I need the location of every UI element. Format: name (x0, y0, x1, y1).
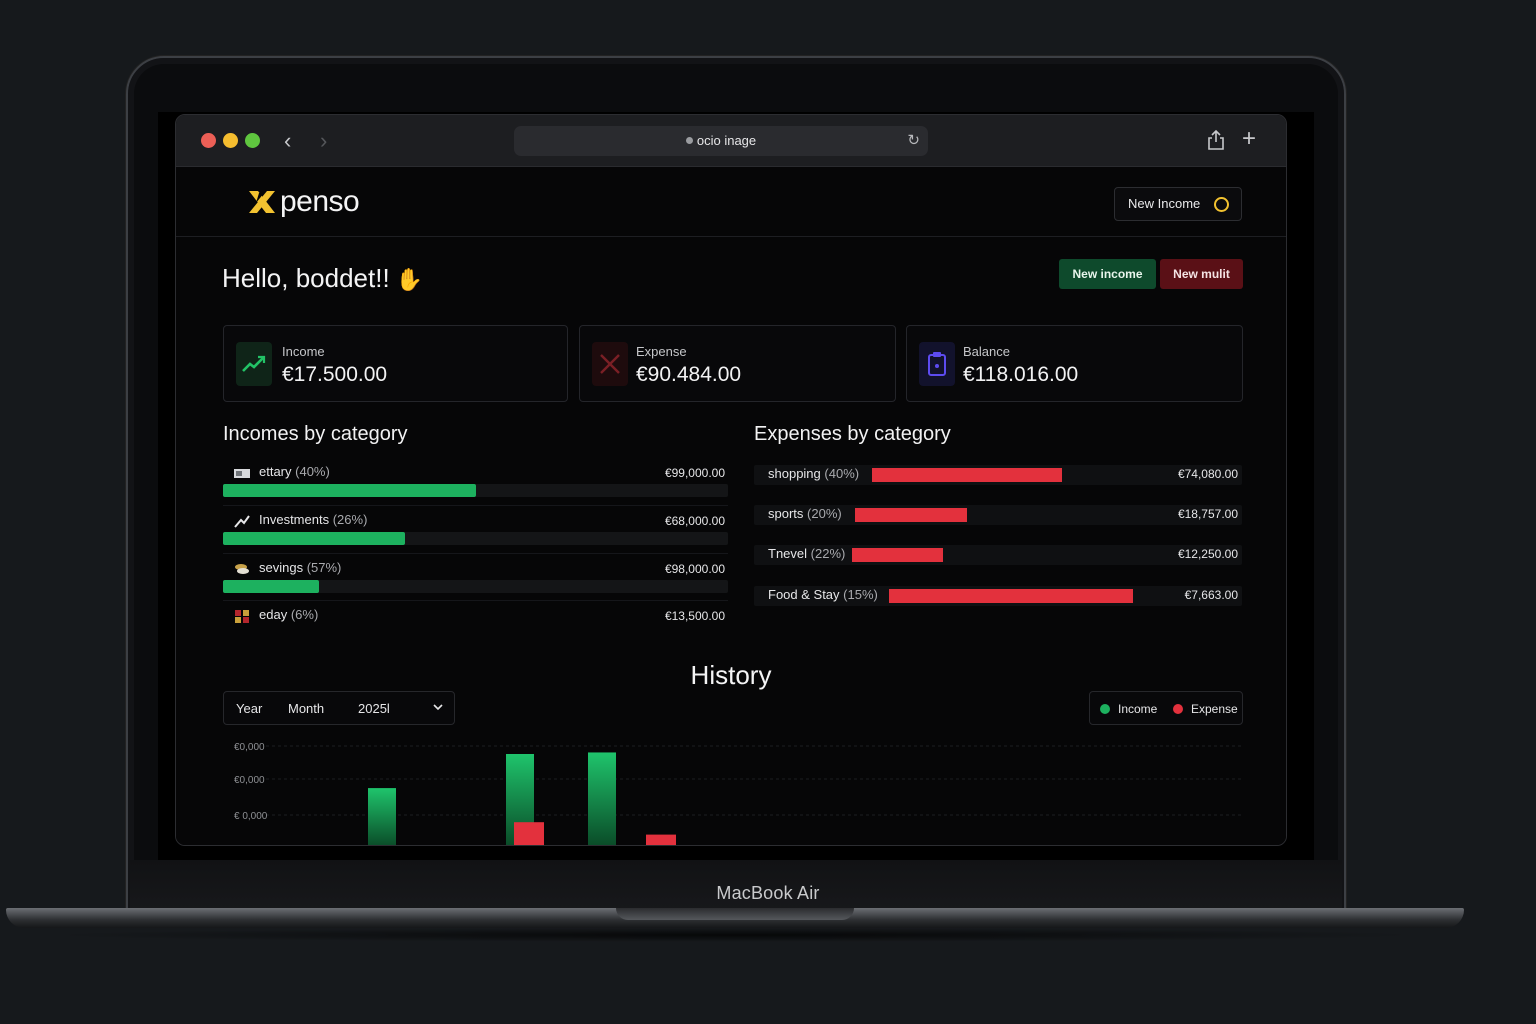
income-bar[interactable] (368, 788, 396, 846)
new-tab-button[interactable]: + (1242, 125, 1256, 153)
close-window-button[interactable] (201, 133, 216, 148)
forward-button[interactable]: › (320, 128, 327, 154)
laptop-model-label: MacBook Air (716, 883, 820, 903)
y-tick-label: € 0,000 (234, 811, 268, 822)
income-bar[interactable] (588, 752, 616, 846)
app-page: penso New Income Hello, boddet!! ✋ New in… (176, 167, 1286, 846)
maximize-window-button[interactable] (245, 133, 260, 148)
history-bar-chart: €0,000 €0,000 € 0,000 (234, 742, 1242, 846)
back-button[interactable]: ‹ (284, 128, 291, 154)
y-tick-label: €0,000 (234, 742, 265, 753)
expense-bar[interactable] (646, 834, 676, 846)
share-icon[interactable] (1207, 129, 1225, 151)
browser-window: ‹ › ocio inage ↻ + penso New Income Hell… (175, 114, 1287, 846)
browser-toolbar: ‹ › ocio inage ↻ + (176, 115, 1286, 167)
expense-bar[interactable] (514, 822, 544, 846)
laptop-notch (616, 908, 854, 920)
site-info-icon (685, 137, 693, 144)
minimize-window-button[interactable] (223, 133, 238, 148)
y-tick-label: €0,000 (234, 775, 265, 786)
reload-icon[interactable]: ↻ (907, 126, 920, 156)
address-bar[interactable]: ocio inage ↻ (514, 126, 928, 156)
address-text: ocio inage (696, 133, 757, 148)
laptop-shadow (40, 928, 1430, 942)
